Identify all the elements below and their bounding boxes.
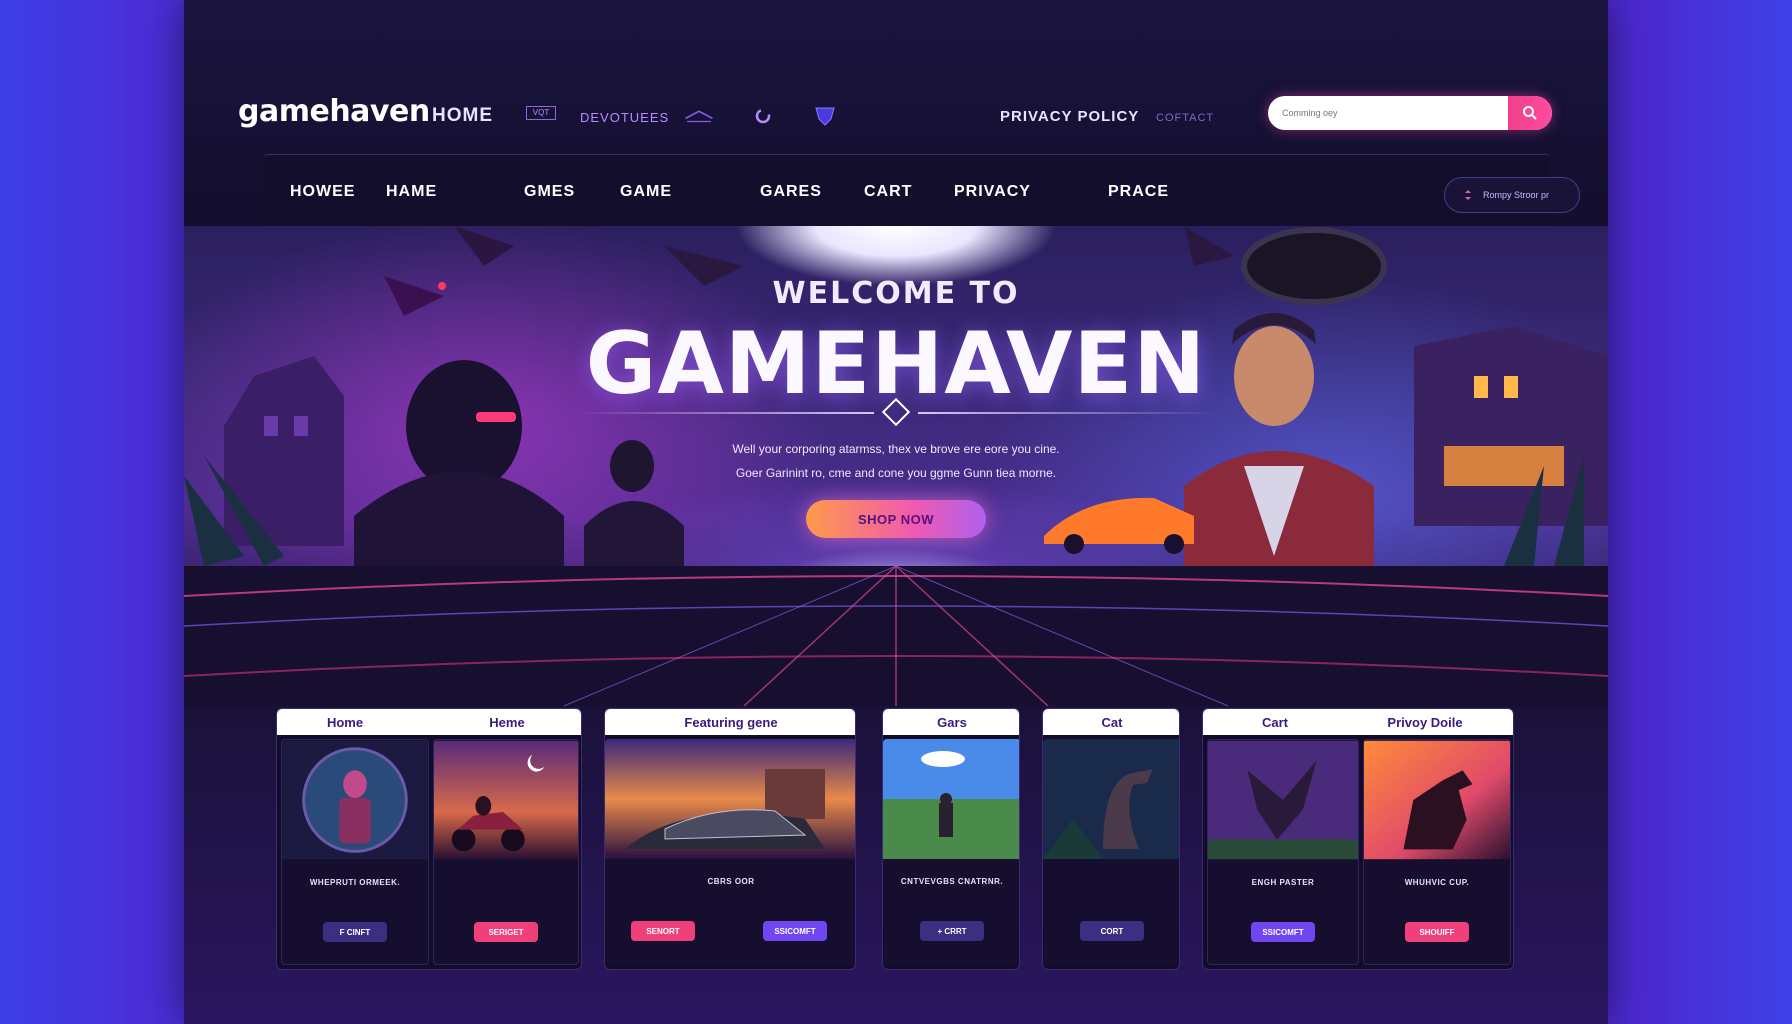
card-group-home: Home Heme WHEPRUTI ORMEEK. F CINFT SERIG… bbox=[276, 708, 582, 970]
card-group-header: Cat bbox=[1043, 709, 1179, 735]
grid-floor bbox=[184, 566, 1608, 706]
card-button[interactable]: SENORT bbox=[631, 921, 695, 941]
nav-item-howee[interactable]: HOWEE bbox=[290, 183, 355, 201]
search-icon bbox=[1523, 106, 1537, 120]
card-group-gars: Gars CNTVEVGBS CNATRNR. + CRRT bbox=[882, 708, 1020, 970]
shield-icon[interactable] bbox=[810, 106, 840, 126]
nav-item-hame[interactable]: HAME bbox=[386, 183, 437, 201]
nav-pill-label: Rompy Stroor pr bbox=[1483, 190, 1550, 200]
hero-line-1: Well your corporing atarmss, thex ve bro… bbox=[732, 442, 1060, 456]
card-group-header: Gars bbox=[883, 709, 1019, 735]
card-header-heme: Heme bbox=[489, 715, 525, 730]
card-image-moto bbox=[434, 740, 578, 860]
nav-link-devotuees[interactable]: DEVOTUEES bbox=[580, 110, 669, 125]
card-group-featuring: Featuring gene CBRS OOR SENORT SSICOMFT bbox=[604, 708, 856, 970]
arrow-updown-icon bbox=[1465, 190, 1471, 200]
card-caption: WHEPRUTI ORMEEK. bbox=[309, 878, 401, 887]
hero-divider-right bbox=[918, 412, 1218, 414]
search-input[interactable] bbox=[1268, 96, 1508, 130]
card-button[interactable]: SHOUIFF bbox=[1405, 922, 1469, 942]
main-nav: HOWEE HAME GMES GAME GARES CART PRIVACY … bbox=[264, 154, 1580, 226]
card-header-cat: Cat bbox=[1101, 715, 1123, 730]
wave-icon[interactable] bbox=[684, 106, 714, 126]
card-header-featuring: Featuring gene bbox=[684, 715, 778, 730]
shop-now-button[interactable]: SHOP NOW bbox=[806, 500, 986, 538]
nav-item-privacy[interactable]: PRIVACY bbox=[954, 183, 1031, 201]
app-frame: gamehaven HOME VQT DEVOTUEES PRIVACY POL… bbox=[184, 0, 1608, 1024]
hero-subtitle: WELCOME TO bbox=[772, 276, 1020, 311]
nav-pill-button[interactable]: Rompy Stroor pr bbox=[1444, 177, 1580, 213]
card-caption: WHUHVIC CUP. bbox=[1404, 878, 1470, 887]
hero-line-2: Goer Garinint ro, cme and cone you ggme … bbox=[735, 466, 1057, 480]
card-image-portrait bbox=[282, 740, 428, 860]
hero-banner: WELCOME TO GAMEHAVEN Well your corporing… bbox=[184, 226, 1608, 706]
nav-item-gares[interactable]: GARES bbox=[760, 183, 822, 201]
nav-item-cart[interactable]: CART bbox=[864, 183, 912, 201]
nav-link-privacy-policy[interactable]: PRIVACY POLICY bbox=[1000, 108, 1139, 125]
card-caption: CBRS OOR bbox=[707, 877, 755, 886]
search-button[interactable] bbox=[1508, 96, 1552, 130]
card-button[interactable]: SERIGET bbox=[474, 922, 538, 942]
card-image-field bbox=[883, 739, 1019, 859]
product-card[interactable]: SERIGET bbox=[433, 739, 579, 965]
product-card[interactable]: ENGH PASTER SSICOMFT bbox=[1207, 739, 1359, 965]
search-bar bbox=[1268, 96, 1552, 130]
nav-link-home[interactable]: HOME bbox=[432, 105, 493, 127]
card-header-privacy: Privoy Doile bbox=[1387, 715, 1463, 730]
card-button[interactable]: SSICOMFT bbox=[763, 921, 827, 941]
card-image-horse bbox=[1364, 740, 1510, 860]
card-header-cart: Cart bbox=[1261, 715, 1289, 730]
nav-link-contact[interactable]: COFTACT bbox=[1156, 112, 1214, 124]
card-caption: ENGH PASTER bbox=[1251, 878, 1315, 887]
product-card[interactable]: CNTVEVGBS CNATRNR. + CRRT bbox=[883, 739, 1019, 965]
card-image-car bbox=[605, 739, 855, 859]
top-header: gamehaven HOME VQT DEVOTUEES PRIVACY POL… bbox=[184, 72, 1608, 162]
nav-item-prace[interactable]: PRACE bbox=[1108, 183, 1169, 201]
loading-circle-icon[interactable] bbox=[748, 106, 778, 126]
card-group-cart: Cart Privoy Doile ENGH PASTER SSICOMFT W… bbox=[1202, 708, 1514, 970]
card-button[interactable]: + CRRT bbox=[920, 921, 984, 941]
product-card[interactable]: WHUHVIC CUP. SHOUIFF bbox=[1363, 739, 1511, 965]
product-card[interactable]: CBRS OOR SENORT SSICOMFT bbox=[605, 739, 855, 965]
card-button[interactable]: CORT bbox=[1080, 921, 1144, 941]
card-image-dino bbox=[1043, 739, 1179, 859]
hero-divider-left bbox=[574, 412, 874, 414]
card-group-header: Cart Privoy Doile bbox=[1203, 709, 1513, 735]
card-button[interactable]: SSICOMFT bbox=[1251, 922, 1315, 942]
nav-item-game[interactable]: GAME bbox=[620, 183, 672, 201]
product-card[interactable]: CORT bbox=[1043, 739, 1179, 965]
card-image-dragon bbox=[1208, 740, 1358, 860]
nav-item-gmes[interactable]: GMES bbox=[524, 183, 575, 201]
card-header-home: Home bbox=[326, 715, 364, 730]
product-card[interactable]: WHEPRUTI ORMEEK. F CINFT bbox=[281, 739, 429, 965]
card-header-gars: Gars bbox=[937, 715, 967, 730]
card-group-header: Home Heme bbox=[277, 709, 581, 735]
card-group-cat: Cat CORT bbox=[1042, 708, 1180, 970]
nav-link-vqt[interactable]: VQT bbox=[526, 106, 556, 120]
logo[interactable]: gamehaven bbox=[238, 94, 430, 129]
card-button[interactable]: F CINFT bbox=[323, 922, 387, 942]
card-caption: CNTVEVGBS CNATRNR. bbox=[900, 877, 1004, 886]
card-group-header: Featuring gene bbox=[605, 709, 855, 735]
